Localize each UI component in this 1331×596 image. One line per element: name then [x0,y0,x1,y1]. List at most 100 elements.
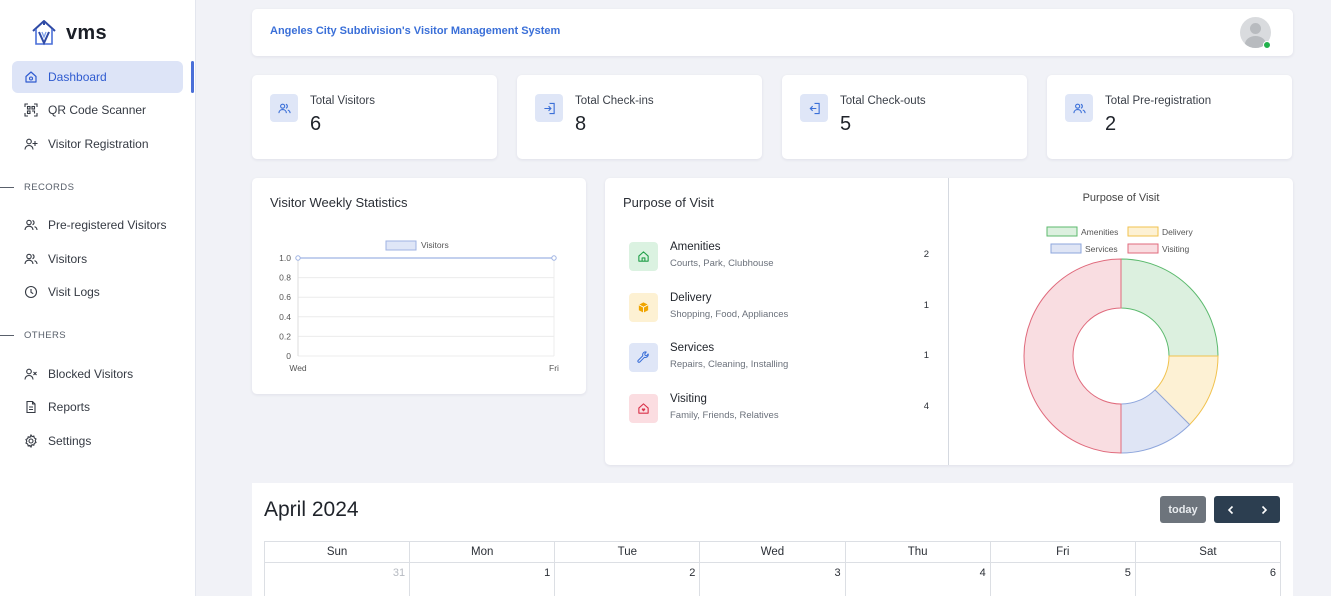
sidebar-item-pre-registered-visitors[interactable]: Pre-registered Visitors [12,209,183,241]
sidebar: vms Dashboard QR Code Scanner Visitor Re… [0,0,196,596]
users-icon [270,94,298,122]
purpose-item-delivery: Delivery Shopping, Food, Appliances 1 [629,289,929,329]
stat-value: 8 [575,113,587,135]
users-icon [1065,94,1093,122]
section-others: OTHERS [0,330,66,341]
legend-swatch [1127,226,1159,237]
purpose-of-visit-panel: Purpose of Visit Amenities Courts, Park,… [605,178,1293,465]
calendar-day[interactable]: 4 [844,562,991,596]
stat-value: 5 [840,113,852,135]
calendar-grid: Sun Mon Tue Wed Thu Fri Sat 31 1 2 3 4 5… [263,541,1282,596]
app-logo[interactable]: vms [30,18,107,48]
sidebar-item-visitor-registration[interactable]: Visitor Registration [12,128,183,160]
wrench-icon [629,343,658,372]
legend-label: Services [1085,244,1118,254]
users-icon [24,219,38,231]
weekday-header: Sun [263,541,411,563]
online-status-dot [1263,41,1271,49]
document-icon [26,400,36,414]
weekday-header: Thu [844,541,991,563]
sidebar-item-visitors[interactable]: Visitors [12,243,183,275]
sidebar-item-label: QR Code Scanner [48,103,147,117]
legend-swatch [1127,243,1159,254]
stat-label: Total Pre-registration [1105,95,1212,107]
legend-label: Visitors [421,240,449,250]
purpose-name: Visiting [670,393,707,405]
weekday-header: Wed [699,541,846,563]
calendar-day[interactable]: 5 [989,562,1136,596]
next-month-button[interactable] [1247,496,1280,523]
purpose-name: Amenities [670,241,721,253]
sidebar-item-qr-code-scanner[interactable]: QR Code Scanner [12,94,183,126]
chevron-right-icon [1261,505,1267,514]
app-name: vms [66,21,107,44]
stat-label: Total Check-outs [840,95,926,107]
y-tick-label: 0.2 [279,331,291,341]
sidebar-item-label: Visitor Registration [48,137,149,151]
purpose-name: Services [670,342,715,354]
logo-house-icon [32,20,56,46]
clock-icon [24,285,38,299]
donut-slice [1023,258,1122,454]
box-icon [629,293,658,322]
weekly-line-chart: 1.0 0.8 0.6 0.4 0.2 0 Wed Fri Visitors [279,240,559,373]
prev-month-button[interactable] [1214,496,1247,523]
purpose-donut-chart: Purpose of Visit Amenities Delivery Service… [1023,192,1219,454]
calendar-nav [1214,496,1280,523]
sidebar-item-label: Visit Logs [48,285,100,299]
purpose-count: 4 [923,401,929,412]
weekday-header: Mon [409,541,556,563]
users-icon [24,253,38,265]
sidebar-item-blocked-visitors[interactable]: Blocked Visitors [12,358,183,390]
sidebar-item-label: Settings [48,434,92,448]
stat-value: 6 [310,113,322,135]
sidebar-item-dashboard[interactable]: Dashboard [12,61,183,93]
calendar-day[interactable]: 3 [699,562,846,596]
stat-card-total-check-ins: Total Check-ins 8 [517,75,762,159]
section-label: RECORDS [24,182,75,193]
stat-card-total-pre-registration: Total Pre-registration 2 [1047,75,1292,159]
logout-icon [800,94,828,122]
section-label: OTHERS [24,330,66,341]
y-tick-label: 0.8 [279,273,291,283]
purpose-count: 1 [923,300,929,311]
chart-title: Purpose of Visit [1083,192,1160,204]
stat-card-total-visitors: Total Visitors 6 [252,75,497,159]
legend-swatch [1050,243,1082,254]
home-icon [629,242,658,271]
gear-icon [25,434,37,448]
purpose-name: Delivery [670,292,712,304]
login-icon [535,94,563,122]
purpose-count: 1 [923,350,929,361]
purpose-item-visiting: Visiting Family, Friends, Relatives 4 [629,390,929,430]
sidebar-item-reports[interactable]: Reports [12,391,183,423]
legend-swatch [385,240,417,251]
sidebar-item-label: Reports [48,400,91,414]
purpose-count: 2 [923,249,929,260]
calendar-day[interactable]: 2 [554,562,701,596]
calendar-title: April 2024 [264,498,359,521]
weekday-header: Fri [989,541,1136,563]
stat-label: Total Check-ins [575,95,654,107]
home-icon [25,71,37,83]
today-button[interactable]: today [1160,496,1206,523]
weekday-header: Sat [1134,541,1282,563]
section-records: RECORDS [0,182,74,193]
purpose-desc: Courts, Park, Clubhouse [670,258,774,269]
calendar: April 2024 today Sun Mon Tue Wed Thu Fri… [252,483,1293,596]
user-plus-icon [24,138,38,150]
qr-scan-icon [24,103,38,117]
sidebar-item-settings[interactable]: Settings [12,425,183,457]
legend-label: Delivery [1162,227,1193,237]
calendar-day[interactable]: 1 [409,562,556,596]
stat-label: Total Visitors [310,95,375,107]
data-point [551,255,557,261]
sidebar-item-visit-logs[interactable]: Visit Logs [12,276,183,308]
house-heart-icon [629,394,658,423]
top-header: Angeles City Subdivision's Visitor Manag… [252,9,1293,56]
sidebar-item-label: Dashboard [48,70,107,84]
legend-swatch [1046,226,1078,237]
calendar-week-row: 31 1 2 3 4 5 6 [263,562,1282,596]
calendar-day[interactable]: 6 [1134,562,1282,596]
calendar-day[interactable]: 31 [263,562,411,596]
